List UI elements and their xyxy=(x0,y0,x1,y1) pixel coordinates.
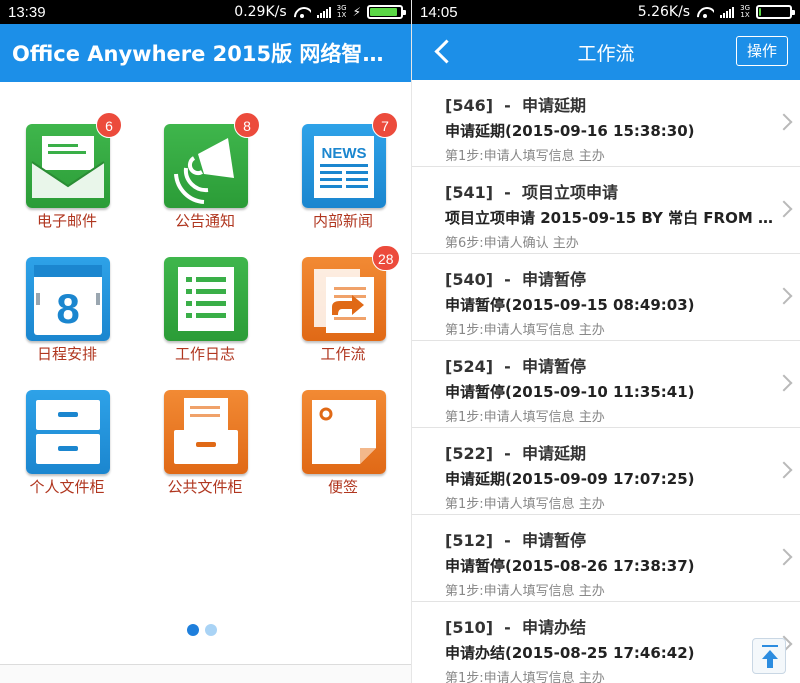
battery-icon xyxy=(367,5,406,19)
calendar-icon: 8 xyxy=(26,257,110,341)
wifi-icon xyxy=(696,6,714,19)
app-label: 公共文件柜 xyxy=(167,478,243,496)
app-title: Office Anywhere 2015版 网络智能办... xyxy=(12,42,399,66)
news-icon: NEWS xyxy=(302,124,386,208)
list-item[interactable]: [512] - 申请暂停 申请暂停(2015-08-26 17:38:37) 第… xyxy=(412,515,800,602)
item-detail: 项目立项申请 2015-09-15 BY 常白 FROM 青岛… xyxy=(445,209,785,227)
app-label: 工作流 xyxy=(320,345,366,363)
item-step: 第1步:申请人填写信息 主办 xyxy=(445,497,605,512)
app-workflow[interactable]: 28 工作流 xyxy=(288,245,400,377)
badge-news: 7 xyxy=(372,112,398,138)
item-detail: 申请暂停(2015-09-15 08:49:03) xyxy=(445,296,695,314)
public-cabinet-icon xyxy=(164,390,248,474)
item-step: 第1步:申请人填写信息 主办 xyxy=(445,671,605,683)
workflow-screen: 14:05 5.26K/s 3G 1X 工作流 操作 [546] - 申请延期 申… xyxy=(412,0,800,683)
badge-announcement: 8 xyxy=(234,112,260,138)
signal-icon xyxy=(720,6,735,18)
page-indicator xyxy=(187,624,217,636)
app-label: 电子邮件 xyxy=(36,212,97,230)
note-icon xyxy=(302,390,386,474)
app-calendar[interactable]: 8 日程安排 xyxy=(12,257,122,377)
list-item[interactable]: [510] - 申请办结 申请办结(2015-08-25 17:46:42) 第… xyxy=(412,602,800,683)
item-heading: [524] - 申请暂停 xyxy=(445,357,586,376)
svg-text:8: 8 xyxy=(56,285,79,332)
app-email[interactable]: 6 电子邮件 xyxy=(12,112,122,244)
list-item[interactable]: [522] - 申请延期 申请延期(2015-09-09 17:07:25) 第… xyxy=(412,428,800,515)
item-step: 第1步:申请人填写信息 主办 xyxy=(445,584,605,599)
charging-icon: ⚡ xyxy=(352,5,361,19)
network-speed: 5.26K/s xyxy=(637,4,691,20)
badge-email: 6 xyxy=(96,112,122,138)
list-item[interactable]: [524] - 申请暂停 申请暂停(2015-09-10 11:35:41) 第… xyxy=(412,341,800,428)
app-news[interactable]: NEWS 7 内部新闻 xyxy=(288,112,398,244)
item-detail: 申请暂停(2015-08-26 17:38:37) xyxy=(445,557,695,575)
mail-icon xyxy=(26,124,110,208)
page-dot-2[interactable] xyxy=(205,624,217,636)
item-heading: [522] - 申请延期 xyxy=(445,444,586,463)
item-heading: [541] - 项目立项申请 xyxy=(445,183,618,202)
app-note[interactable]: 便签 xyxy=(288,390,398,510)
page-dot-1[interactable] xyxy=(187,624,199,636)
app-worklog[interactable]: 工作日志 xyxy=(150,257,260,377)
wifi-icon xyxy=(293,6,311,19)
home-app-bar: Office Anywhere 2015版 网络智能办... xyxy=(0,24,411,82)
item-detail: 申请延期(2015-09-09 17:07:25) xyxy=(445,470,695,488)
badge-workflow: 28 xyxy=(372,245,400,271)
bottom-tab-bar xyxy=(0,664,411,683)
list-icon xyxy=(164,257,248,341)
action-button[interactable]: 操作 xyxy=(736,36,788,66)
workflow-icon xyxy=(302,257,386,341)
signal-icon xyxy=(316,6,331,18)
back-arrow-icon[interactable] xyxy=(430,36,460,66)
item-step: 第1步:申请人填写信息 主办 xyxy=(445,410,605,425)
item-heading: [510] - 申请办结 xyxy=(445,618,586,637)
app-label: 内部新闻 xyxy=(312,212,373,230)
home-screen: 13:39 0.29K/s 3G 1X ⚡ Office Anywhere 201… xyxy=(0,0,412,683)
workflow-app-bar: 工作流 操作 xyxy=(412,24,800,80)
app-label: 公告通知 xyxy=(174,212,235,230)
network-speed: 0.29K/s xyxy=(234,4,287,20)
item-heading: [546] - 申请延期 xyxy=(445,96,586,115)
cabinet-icon xyxy=(26,390,110,474)
app-personal-cabinet[interactable]: 个人文件柜 xyxy=(12,390,122,510)
megaphone-icon xyxy=(164,124,248,208)
item-step: 第6步:申请人确认 主办 xyxy=(445,236,579,251)
status-bar: 14:05 5.26K/s 3G 1X xyxy=(412,0,800,24)
page-title: 工作流 xyxy=(577,42,635,65)
list-item[interactable]: [546] - 申请延期 申请延期(2015-09-16 15:38:30) 第… xyxy=(412,80,800,167)
item-detail: 申请办结(2015-08-25 17:46:42) xyxy=(445,644,695,662)
list-item[interactable]: [541] - 项目立项申请 项目立项申请 2015-09-15 BY 常白 F… xyxy=(412,167,800,254)
item-step: 第1步:申请人填写信息 主办 xyxy=(445,323,605,338)
list-item[interactable]: [540] - 申请暂停 申请暂停(2015-09-15 08:49:03) 第… xyxy=(412,254,800,341)
status-time: 13:39 xyxy=(8,3,46,21)
app-label: 便签 xyxy=(327,478,358,496)
app-public-cabinet[interactable]: 公共文件柜 xyxy=(150,390,260,510)
status-time: 14:05 xyxy=(420,3,458,21)
workflow-list: [546] - 申请延期 申请延期(2015-09-16 15:38:30) 第… xyxy=(412,80,800,683)
item-heading: [512] - 申请暂停 xyxy=(445,531,586,550)
item-step: 第1步:申请人填写信息 主办 xyxy=(445,149,605,164)
app-announcement[interactable]: 8 公告通知 xyxy=(150,112,260,244)
app-label: 工作日志 xyxy=(174,345,235,363)
network-type: 3G 1X xyxy=(336,4,347,19)
scroll-to-top-button[interactable] xyxy=(752,638,786,674)
item-detail: 申请延期(2015-09-16 15:38:30) xyxy=(445,122,695,140)
app-label: 个人文件柜 xyxy=(29,478,105,496)
status-bar: 13:39 0.29K/s 3G 1X ⚡ xyxy=(0,0,411,24)
item-detail: 申请暂停(2015-09-10 11:35:41) xyxy=(445,383,695,401)
network-type: 3G 1X xyxy=(740,4,750,19)
battery-icon xyxy=(756,5,795,19)
app-label: 日程安排 xyxy=(36,345,97,363)
item-heading: [540] - 申请暂停 xyxy=(445,270,586,289)
svg-text:NEWS: NEWS xyxy=(322,145,367,162)
